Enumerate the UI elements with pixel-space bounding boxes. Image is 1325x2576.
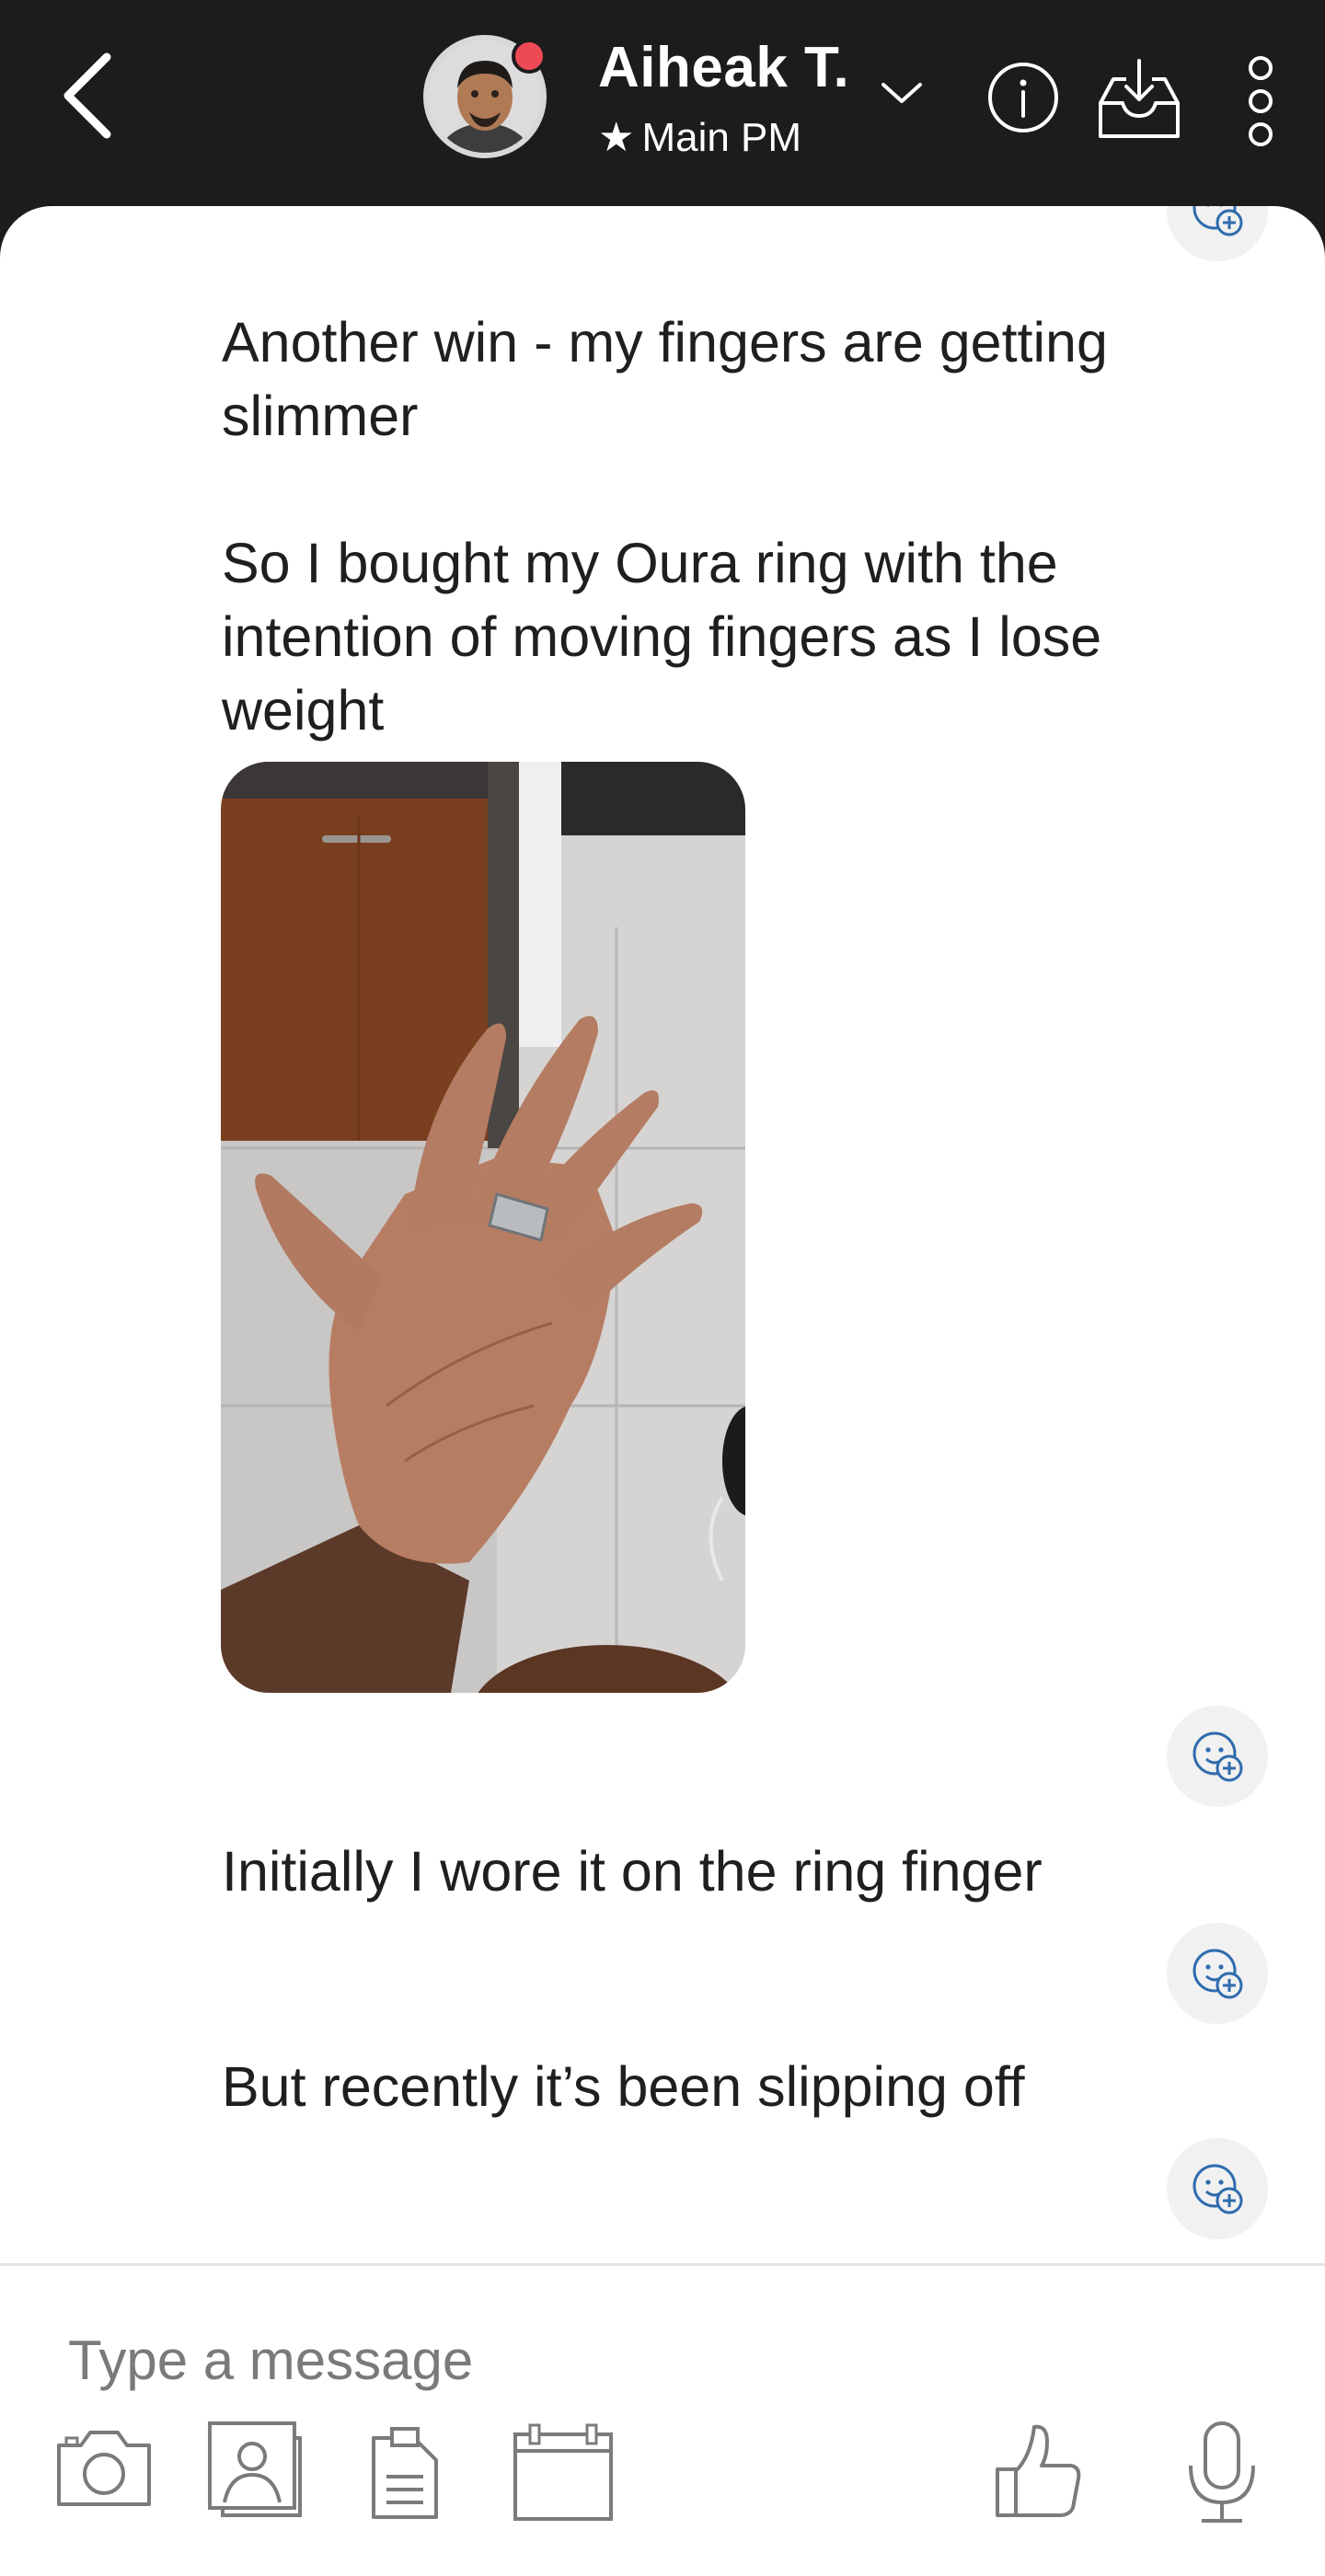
document-icon [372,2427,438,2519]
thumbs-up-button[interactable] [990,2420,1086,2527]
add-reaction-button[interactable] [1167,1923,1268,2024]
add-reaction-icon [1192,206,1243,236]
contact-role: Main PM [641,115,802,160]
contact-name[interactable]: Aiheak T. [598,35,849,100]
inbox-download-button[interactable] [1091,52,1187,147]
message-text[interactable]: But recently it’s been slipping off [222,2050,1025,2123]
calendar-icon [513,2423,613,2521]
add-reaction-button[interactable] [1167,1706,1268,1807]
more-options-button[interactable] [1237,50,1285,153]
message-photo[interactable] [221,762,745,1693]
back-button[interactable] [46,37,147,156]
microphone-icon [1189,2421,1255,2523]
add-reaction-icon [1192,2164,1243,2214]
camera-button[interactable] [53,2420,155,2516]
document-button[interactable] [368,2425,442,2527]
info-icon [988,63,1058,132]
message-text[interactable]: So I bought my Oura ring with the intent… [222,526,1101,747]
add-reaction-icon [1192,1731,1243,1782]
inbox-download-icon [1099,59,1180,138]
back-icon [63,52,111,139]
star-icon: ★ [598,115,635,160]
microphone-button[interactable] [1183,2420,1261,2531]
composer [0,2266,1325,2576]
contact-subtitle: ★ Main PM [598,114,801,161]
online-status-dot [512,39,547,74]
add-reaction-icon [1192,1949,1243,1999]
info-button[interactable] [985,59,1062,136]
message-list[interactable]: Another win - my fingers are getting sli… [0,206,1325,2576]
more-vertical-icon [1249,56,1273,146]
camera-icon [57,2431,151,2506]
composer-divider [0,2263,1325,2266]
message-text[interactable]: Another win - my fingers are getting sli… [222,305,1108,453]
chat-header: Aiheak T. ★ Main PM [0,0,1325,212]
message-text[interactable]: Initially I wore it on the ring finger [222,1834,1043,1908]
gallery-icon [208,2421,302,2517]
add-reaction-button[interactable] [1167,206,1268,261]
chevron-down-icon[interactable] [874,70,929,116]
gallery-button[interactable] [204,2418,305,2525]
message-input[interactable] [68,2318,804,2401]
photo-hand-with-ring [221,762,745,1693]
calendar-button[interactable] [510,2421,616,2529]
add-reaction-button[interactable] [1167,2138,1268,2239]
thumbs-up-icon [996,2424,1081,2517]
